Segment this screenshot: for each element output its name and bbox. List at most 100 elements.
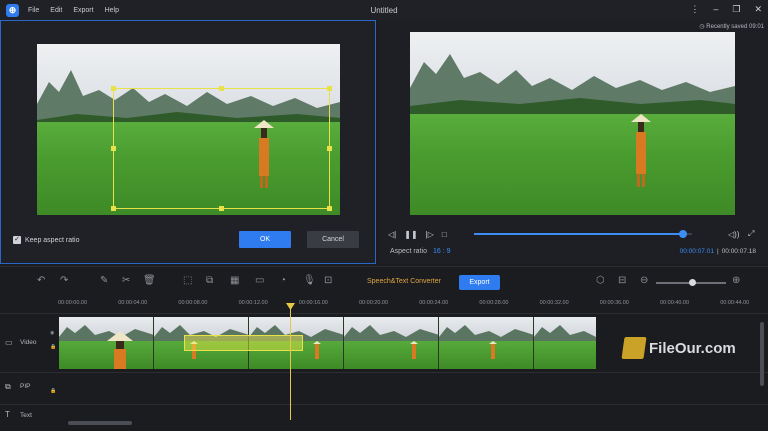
volume-icon[interactable]: ◁)) <box>728 230 739 239</box>
playhead[interactable] <box>290 305 291 420</box>
menu-bar: File Edit Export Help <box>28 7 119 14</box>
app-logo[interactable]: ⊕ <box>6 3 19 17</box>
clip-thumbnail <box>534 317 596 369</box>
speech-text-converter-link[interactable]: Speech&Text Converter <box>367 278 441 285</box>
close-icon[interactable]: ✕ <box>754 4 762 15</box>
mountains <box>410 54 735 118</box>
minimize-icon[interactable]: – <box>713 4 718 15</box>
time-display: 00:00:07.01 | 00:00:07.18 <box>679 248 756 255</box>
trim-icon[interactable]: ⧉ <box>206 275 213 286</box>
zoom-slider[interactable] <box>656 279 726 286</box>
crop-handle[interactable] <box>219 86 224 91</box>
duration-icon[interactable]: ◔ <box>280 275 286 286</box>
record-voice-icon[interactable]: 🎙 <box>303 275 316 286</box>
zoom-in-icon[interactable]: ⊕ <box>732 275 740 286</box>
crop-icon[interactable]: ⬚ <box>183 275 192 286</box>
mute-icon[interactable]: ◉ <box>50 330 54 336</box>
crop-handle[interactable] <box>327 86 332 91</box>
crop-handle[interactable] <box>327 206 332 211</box>
undo-icon[interactable]: ↶ <box>37 275 45 286</box>
text-track-header: T Text <box>0 408 58 428</box>
ruler-tick-label: 00:00:44.00 <box>720 300 750 306</box>
crop-handle[interactable] <box>111 86 116 91</box>
next-frame-icon[interactable]: |▷ <box>426 230 434 239</box>
prev-frame-icon[interactable]: ◁| <box>388 230 396 239</box>
watermark-text: FileOur.com <box>649 339 736 357</box>
watermark: FileOur.com <box>621 337 736 359</box>
menu-edit[interactable]: Edit <box>50 7 62 14</box>
detach-audio-icon[interactable]: ⊡ <box>324 275 332 286</box>
ruler-tick-label: 00:00:32.00 <box>539 300 569 306</box>
playback-progress[interactable] <box>474 230 692 238</box>
stop-icon[interactable]: □ <box>442 230 447 239</box>
zoom-knob[interactable] <box>689 279 697 286</box>
aspect-ratio-value[interactable]: 16 : 9 <box>433 248 451 255</box>
split-icon[interactable]: ✂ <box>122 275 130 286</box>
mosaic-icon[interactable]: ▦ <box>230 275 239 286</box>
freeze-frame-icon[interactable]: ▭ <box>255 275 264 286</box>
ok-button[interactable]: OK <box>239 231 291 248</box>
export-button[interactable]: Export <box>459 275 500 290</box>
ruler-tick-label: 00:00:28.00 <box>479 300 509 306</box>
ruler-tick-label: 00:00:16.00 <box>298 300 328 306</box>
crop-handle[interactable] <box>111 146 116 151</box>
window-controls: ⋮ – ❐ ✕ <box>690 4 762 15</box>
lock-icon[interactable]: 🔒 <box>50 388 56 394</box>
woman-figure <box>631 114 651 187</box>
fit-timeline-icon[interactable]: ⊟ <box>618 275 626 286</box>
aspect-ratio-row: Aspect ratio 16 : 9 <box>390 248 450 255</box>
more-icon[interactable]: ⋮ <box>690 4 699 15</box>
text-track-label: Text <box>20 412 32 419</box>
clip-selection-overlay[interactable] <box>184 335 303 351</box>
total-time: 00:00:07.18 <box>721 248 756 255</box>
pip-track-label: PIP <box>20 383 31 390</box>
progress-knob[interactable] <box>679 230 688 238</box>
pause-icon[interactable]: ❚❚ <box>404 230 417 239</box>
ruler-tick-label: 00:00:24.00 <box>419 300 449 306</box>
clock-icon: ◷ <box>699 24 705 30</box>
horizontal-scrollbar[interactable] <box>68 421 132 425</box>
menu-help[interactable]: Help <box>105 7 119 14</box>
fileour-logo-icon <box>621 337 647 359</box>
vertical-scrollbar[interactable] <box>760 322 764 386</box>
ruler-tick-label: 00:00:20.00 <box>359 300 389 306</box>
delete-icon[interactable]: 🗑 <box>143 275 156 286</box>
current-time: 00:00:07.01 <box>679 248 714 255</box>
crop-handle[interactable] <box>111 206 116 211</box>
keep-aspect-label: Keep aspect ratio <box>25 236 80 244</box>
timeline-toolbar: ↶ ↷ ✎ ✂ 🗑 ⬚ ⧉ ▦ ▭ ◔ 🎙 ⊡ Speech&Text Conv… <box>0 266 768 298</box>
edit-icon[interactable]: ✎ <box>100 275 108 286</box>
cancel-button[interactable]: Cancel <box>307 231 359 248</box>
crop-rectangle[interactable] <box>111 86 332 211</box>
clip-thumbnail <box>59 317 154 369</box>
aspect-ratio-label: Aspect ratio <box>390 248 427 255</box>
redo-icon[interactable]: ↷ <box>60 275 68 286</box>
clip-thumbnail <box>439 317 534 369</box>
ruler-tick-label: 00:00:40.00 <box>660 300 690 306</box>
pip-track-icon: ⧉ <box>5 382 11 391</box>
track-divider <box>0 372 768 373</box>
crop-handle[interactable] <box>327 146 332 151</box>
preview-video[interactable] <box>410 32 735 215</box>
crop-panel: ✓ Keep aspect ratio OK Cancel <box>0 20 376 264</box>
pip-track-header: ⧉ PIP 🔒 <box>0 378 58 404</box>
keep-aspect-row: ✓ Keep aspect ratio <box>13 236 79 244</box>
zoom-out-icon[interactable]: ⊖ <box>640 275 648 286</box>
progress-fill <box>474 233 684 235</box>
fullscreen-icon[interactable]: ⤢ <box>748 229 754 239</box>
ruler-tick-label: 00:00:36.00 <box>599 300 629 306</box>
maximize-icon[interactable]: ❐ <box>732 4 740 15</box>
lock-icon[interactable]: 🔒 <box>50 344 56 350</box>
keep-aspect-checkbox[interactable]: ✓ <box>13 236 21 244</box>
title-bar: ⊕ File Edit Export Help Untitled ⋮ – ❐ ✕ <box>0 0 768 20</box>
video-track-label: Video <box>20 339 37 346</box>
marker-icon[interactable]: ⬡ <box>596 275 605 286</box>
timeline-ruler[interactable]: 00:00:00.00 00:00:04.00 00:00:08.00 00:00:1… <box>0 298 768 314</box>
video-clip[interactable] <box>59 317 596 369</box>
video-track-icon: ▭ <box>5 338 13 347</box>
menu-export[interactable]: Export <box>73 7 93 14</box>
preview-panel: ◷ Recently saved 09:01 ◁| ❚❚ |▷ □ ◁)) ⤢ … <box>378 20 768 264</box>
menu-file[interactable]: File <box>28 7 39 14</box>
crop-handle[interactable] <box>219 206 224 211</box>
ruler-tick-label: 00:00:08.00 <box>178 300 208 306</box>
